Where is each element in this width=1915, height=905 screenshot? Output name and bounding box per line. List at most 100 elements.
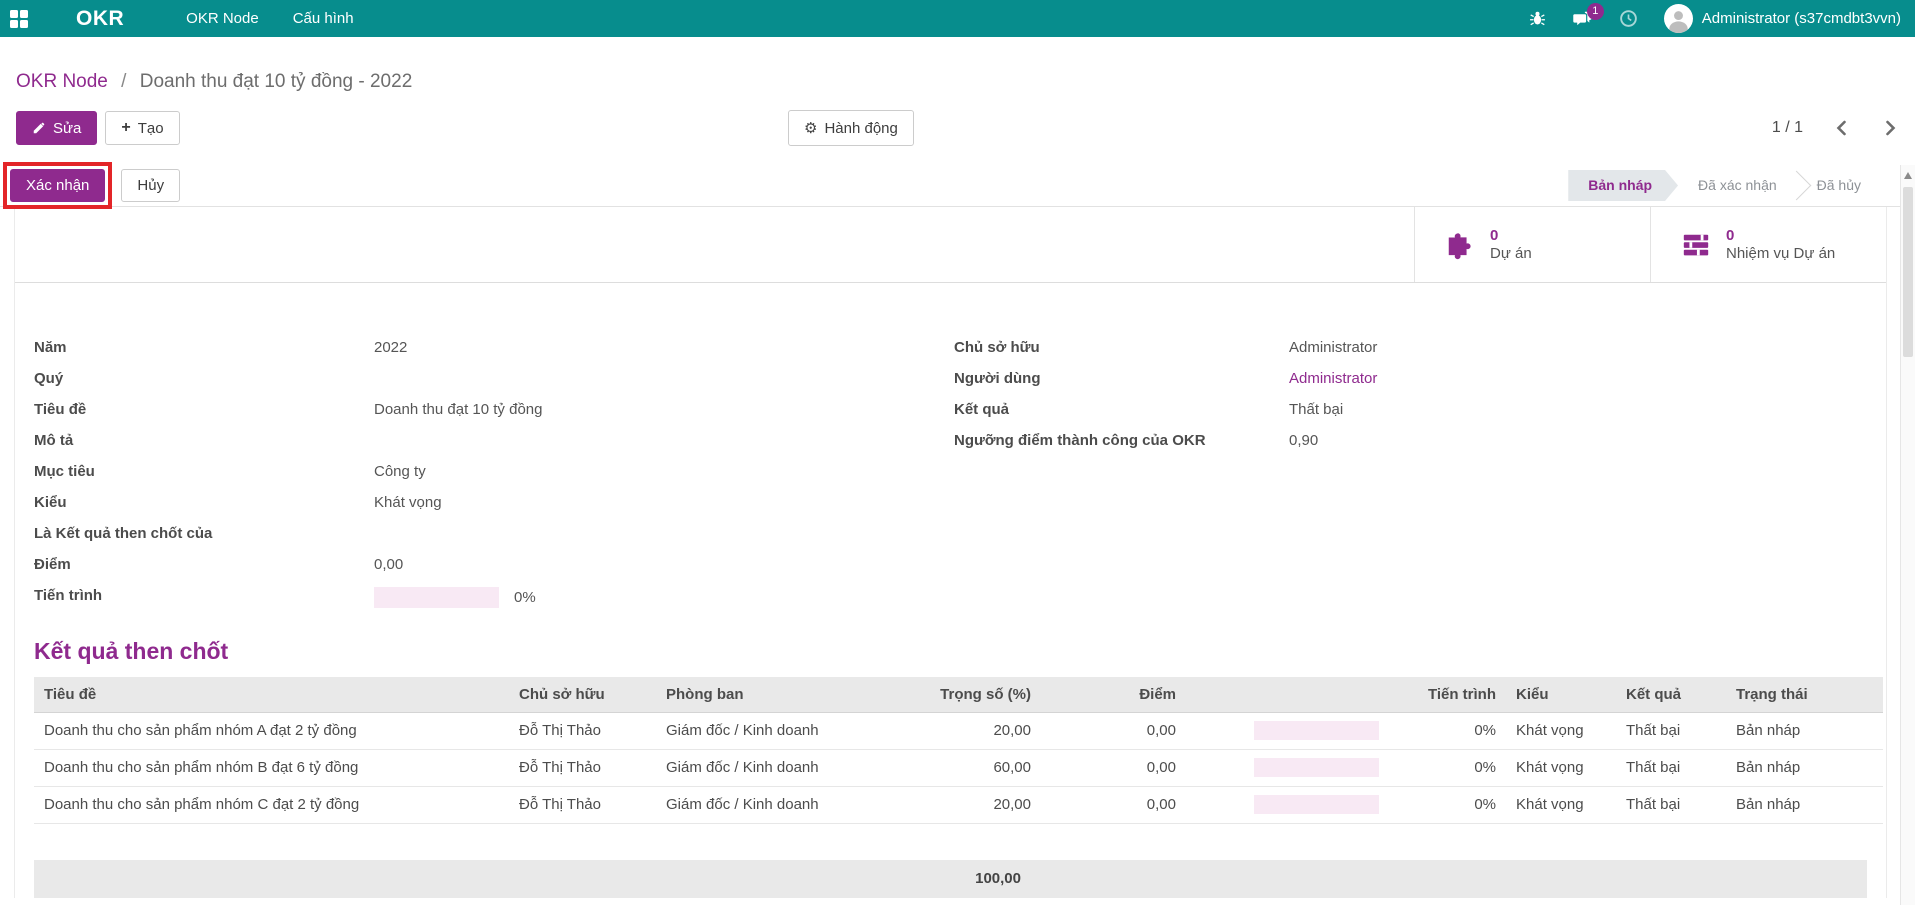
puzzle-icon	[1445, 230, 1475, 260]
table-row[interactable]: Doanh thu cho sản phẩm nhóm C đạt 2 tỷ đ…	[34, 786, 1883, 823]
cell-state: Bản nháp	[1726, 786, 1883, 823]
field-label-progress: Tiến trình	[34, 587, 374, 604]
menu-config[interactable]: Cấu hình	[293, 0, 354, 37]
user-menu[interactable]: Administrator (s37cmdbt3vvn)	[1664, 4, 1901, 33]
field-label-title: Tiêu đề	[34, 401, 374, 418]
action-button-label: Hành động	[824, 120, 897, 137]
confirm-button-label: Xác nhận	[26, 177, 89, 194]
breadcrumb-current: Doanh thu đạt 10 tỷ đồng - 2022	[140, 71, 413, 92]
field-label-result: Kết quả	[954, 401, 1289, 418]
field-value-user-link[interactable]: Administrator	[1289, 370, 1377, 387]
col-department[interactable]: Phòng ban	[656, 677, 886, 712]
confirm-button[interactable]: Xác nhận	[10, 169, 105, 202]
field-value-owner: Administrator	[1289, 339, 1377, 356]
debug-icon[interactable]	[1529, 10, 1546, 27]
col-result[interactable]: Kết quả	[1616, 677, 1726, 712]
stat-button-box: 0 Dự án 0 Nhiệm vụ Dự án	[15, 207, 1886, 283]
col-score[interactable]: Điểm	[1041, 677, 1186, 712]
top-navbar: OKR OKR Node Cấu hình 1	[0, 0, 1915, 37]
total-weight: 100,00	[34, 870, 1031, 887]
pager-next-button[interactable]	[1881, 118, 1899, 138]
create-button[interactable]: + Tạo	[105, 111, 179, 145]
table-row[interactable]: Doanh thu cho sản phẩm nhóm B đạt 6 tỷ đ…	[34, 749, 1883, 786]
status-step-cancelled[interactable]: Đã hủy	[1797, 170, 1881, 201]
cell-owner: Đỗ Thị Thảo	[509, 786, 656, 823]
cell-title: Doanh thu cho sản phẩm nhóm C đạt 2 tỷ đ…	[34, 786, 509, 823]
action-menu-button[interactable]: ⚙ Hành động	[788, 110, 914, 146]
scrollbar-thumb[interactable]	[1903, 187, 1913, 357]
key-results-title: Kết quả then chốt	[34, 638, 1886, 665]
menu-okr-node[interactable]: OKR Node	[186, 0, 259, 37]
project-tasks-count: 0	[1726, 227, 1835, 245]
table-row[interactable]: Doanh thu cho sản phẩm nhóm A đạt 2 tỷ đ…	[34, 712, 1883, 749]
project-tasks-stat-button[interactable]: 0 Nhiệm vụ Dự án	[1650, 207, 1886, 282]
breadcrumb-parent-link[interactable]: OKR Node	[16, 71, 108, 92]
projects-stat-button[interactable]: 0 Dự án	[1414, 207, 1650, 282]
field-label-year: Năm	[34, 339, 374, 356]
cell-department: Giám đốc / Kinh doanh	[656, 712, 886, 749]
field-label-target: Mục tiêu	[34, 463, 374, 480]
click-target-annotation: Xác nhận	[3, 162, 112, 209]
col-owner[interactable]: Chủ sở hữu	[509, 677, 656, 712]
cell-weight: 20,00	[886, 786, 1041, 823]
pager-value: 1 / 1	[1772, 119, 1803, 137]
app-brand[interactable]: OKR	[76, 7, 124, 31]
status-step-confirmed[interactable]: Đã xác nhận	[1678, 170, 1797, 201]
cancel-button[interactable]: Hủy	[121, 169, 180, 202]
cell-progress-pct: 0%	[1474, 759, 1496, 776]
chevron-right-icon	[1883, 120, 1897, 136]
vertical-scrollbar[interactable]	[1900, 165, 1915, 905]
plus-icon: +	[121, 120, 130, 136]
col-state[interactable]: Trạng thái	[1726, 677, 1883, 712]
field-label-score: Điểm	[34, 556, 374, 573]
status-steps: Bản nháp Đã xác nhận Đã hủy	[1568, 170, 1881, 201]
field-label-threshold: Ngưỡng điểm thành công của OKR	[954, 432, 1289, 449]
field-label-type: Kiểu	[34, 494, 374, 511]
pencil-icon	[32, 121, 46, 135]
cell-state: Bản nháp	[1726, 712, 1883, 749]
cell-result: Thất bại	[1616, 749, 1726, 786]
cell-title: Doanh thu cho sản phẩm nhóm B đạt 6 tỷ đ…	[34, 749, 509, 786]
table-footer: 100,00	[34, 860, 1867, 898]
scroll-up-arrow-icon[interactable]	[1904, 172, 1912, 179]
field-value-target: Công ty	[374, 463, 426, 480]
project-tasks-label: Nhiệm vụ Dự án	[1726, 245, 1835, 263]
pager-previous-button[interactable]	[1833, 118, 1851, 138]
breadcrumb-separator: /	[121, 71, 126, 92]
cell-progress-pct: 0%	[1474, 722, 1496, 739]
cell-owner: Đỗ Thị Thảo	[509, 749, 656, 786]
cell-department: Giám đốc / Kinh doanh	[656, 749, 886, 786]
status-step-draft[interactable]: Bản nháp	[1568, 170, 1678, 201]
control-panel: Sửa + Tạo ⚙ Hành động 1 / 1	[0, 110, 1915, 146]
form-fields: Năm2022 Quý Tiêu đềDoanh thu đạt 10 tỷ đ…	[15, 283, 1886, 618]
cell-title: Doanh thu cho sản phẩm nhóm A đạt 2 tỷ đ…	[34, 712, 509, 749]
col-type[interactable]: Kiểu	[1506, 677, 1616, 712]
field-label-parent-kr: Là Kết quả then chốt của	[34, 525, 374, 542]
projects-count: 0	[1490, 227, 1532, 245]
avatar	[1664, 4, 1693, 33]
edit-button[interactable]: Sửa	[16, 111, 97, 145]
progress-bar	[1254, 758, 1379, 777]
progress-bar	[1254, 795, 1379, 814]
tasks-icon	[1681, 230, 1711, 260]
cell-result: Thất bại	[1616, 712, 1726, 749]
activities-clock-icon[interactable]	[1619, 9, 1638, 28]
projects-label: Dự án	[1490, 245, 1532, 263]
messages-icon[interactable]: 1	[1572, 10, 1593, 28]
apps-menu-button[interactable]	[0, 0, 38, 37]
field-label-description: Mô tả	[34, 432, 374, 449]
field-value-score: 0,00	[374, 556, 403, 573]
cell-score: 0,00	[1041, 749, 1186, 786]
breadcrumb: OKR Node / Doanh thu đạt 10 tỷ đồng - 20…	[0, 37, 1915, 94]
cell-department: Giám đốc / Kinh doanh	[656, 786, 886, 823]
progress-bar	[1254, 721, 1379, 740]
col-progress[interactable]: Tiến trình	[1186, 677, 1506, 712]
gear-icon: ⚙	[804, 121, 817, 136]
cell-owner: Đỗ Thị Thảo	[509, 712, 656, 749]
edit-button-label: Sửa	[53, 120, 81, 137]
key-results-table: Tiêu đề Chủ sở hữu Phòng ban Trọng số (%…	[34, 677, 1883, 824]
col-weight[interactable]: Trọng số (%)	[886, 677, 1041, 712]
cell-weight: 20,00	[886, 712, 1041, 749]
col-title[interactable]: Tiêu đề	[34, 677, 509, 712]
field-label-quarter: Quý	[34, 370, 374, 387]
